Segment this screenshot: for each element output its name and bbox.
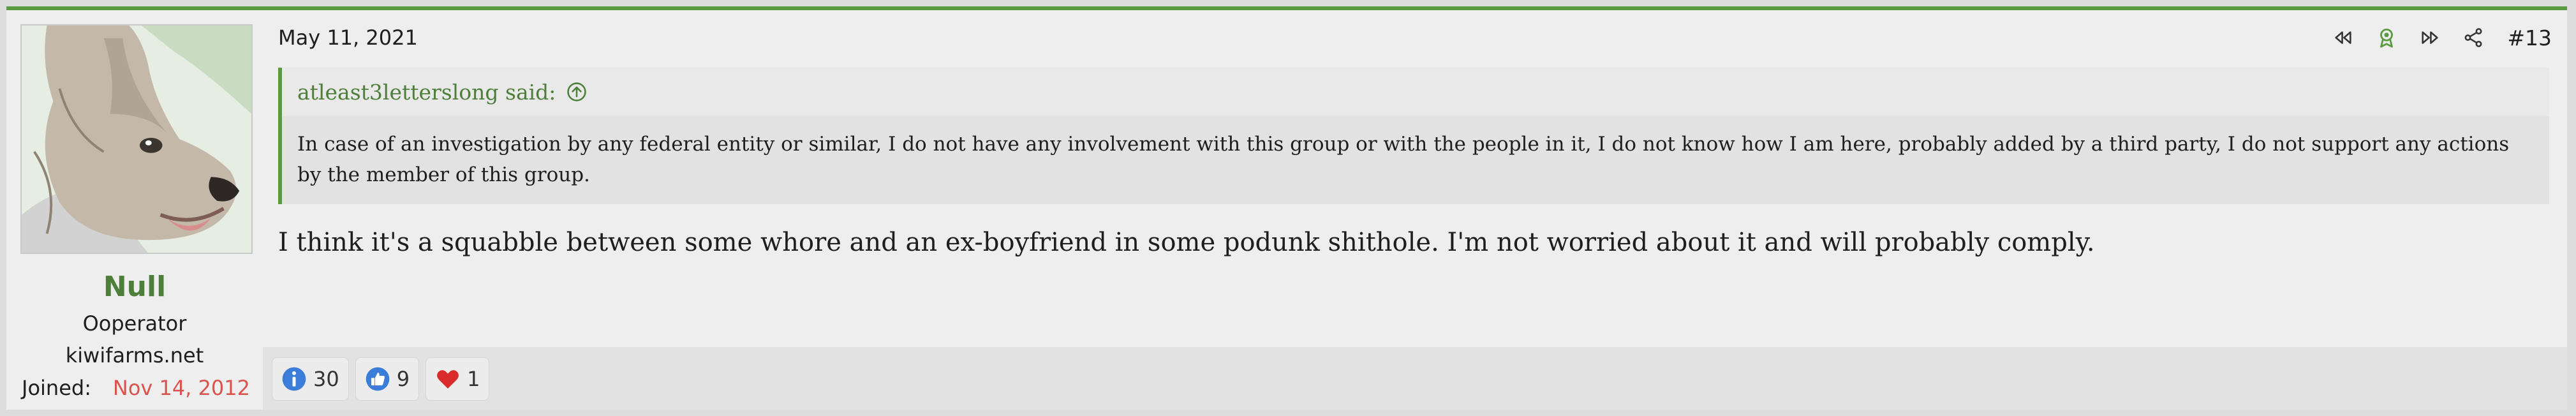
user-sidebar: Null Ooperator kiwifarms.net Joined: Nov… — [6, 10, 263, 410]
joined-date: Nov 14, 2012 — [112, 376, 250, 400]
post-container: Null Ooperator kiwifarms.net Joined: Nov… — [6, 6, 2567, 410]
fast-forward-icon[interactable] — [2417, 24, 2443, 51]
user-title: Ooperator — [82, 311, 187, 336]
post-main: May 11, 2021 #13 atleast3letterslong sai… — [263, 10, 2567, 410]
joined-label: Joined: — [22, 376, 91, 400]
reactions-bar: 30 9 1 — [272, 357, 490, 401]
informative-icon — [282, 367, 306, 391]
user-banner: kiwifarms.net — [65, 343, 204, 368]
post-actions: #13 — [2330, 22, 2552, 54]
quote-author[interactable]: atleast3letterslong said: — [297, 80, 556, 105]
post-date[interactable]: May 11, 2021 — [278, 26, 418, 50]
username[interactable]: Null — [6, 271, 263, 303]
reaction-love[interactable]: 1 — [426, 357, 490, 401]
arrow-up-circle-icon[interactable] — [565, 80, 589, 104]
post-message: I think it's a squabble between some who… — [278, 228, 2095, 257]
heart-icon — [437, 370, 459, 389]
post-permalink[interactable]: #13 — [2507, 26, 2552, 50]
quote-block: atleast3letterslong said: In case of an … — [278, 68, 2549, 204]
user-avatar[interactable] — [20, 24, 253, 254]
reaction-count: 1 — [467, 367, 480, 391]
rewind-icon[interactable] — [2330, 24, 2357, 51]
award-ribbon-icon[interactable] — [2373, 24, 2400, 51]
reaction-like[interactable]: 9 — [355, 357, 420, 401]
reaction-count: 30 — [313, 367, 339, 391]
post-footer: 30 9 1 — [263, 347, 2567, 410]
reaction-informative[interactable]: 30 — [272, 357, 349, 401]
thumbs-up-icon — [366, 367, 390, 391]
reaction-count: 9 — [396, 367, 410, 391]
share-icon[interactable] — [2460, 24, 2487, 51]
quote-text: In case of an investigation by any feder… — [297, 133, 2510, 186]
dog-avatar-icon — [22, 26, 251, 253]
quote-header: atleast3letterslong said: — [282, 68, 2549, 116]
